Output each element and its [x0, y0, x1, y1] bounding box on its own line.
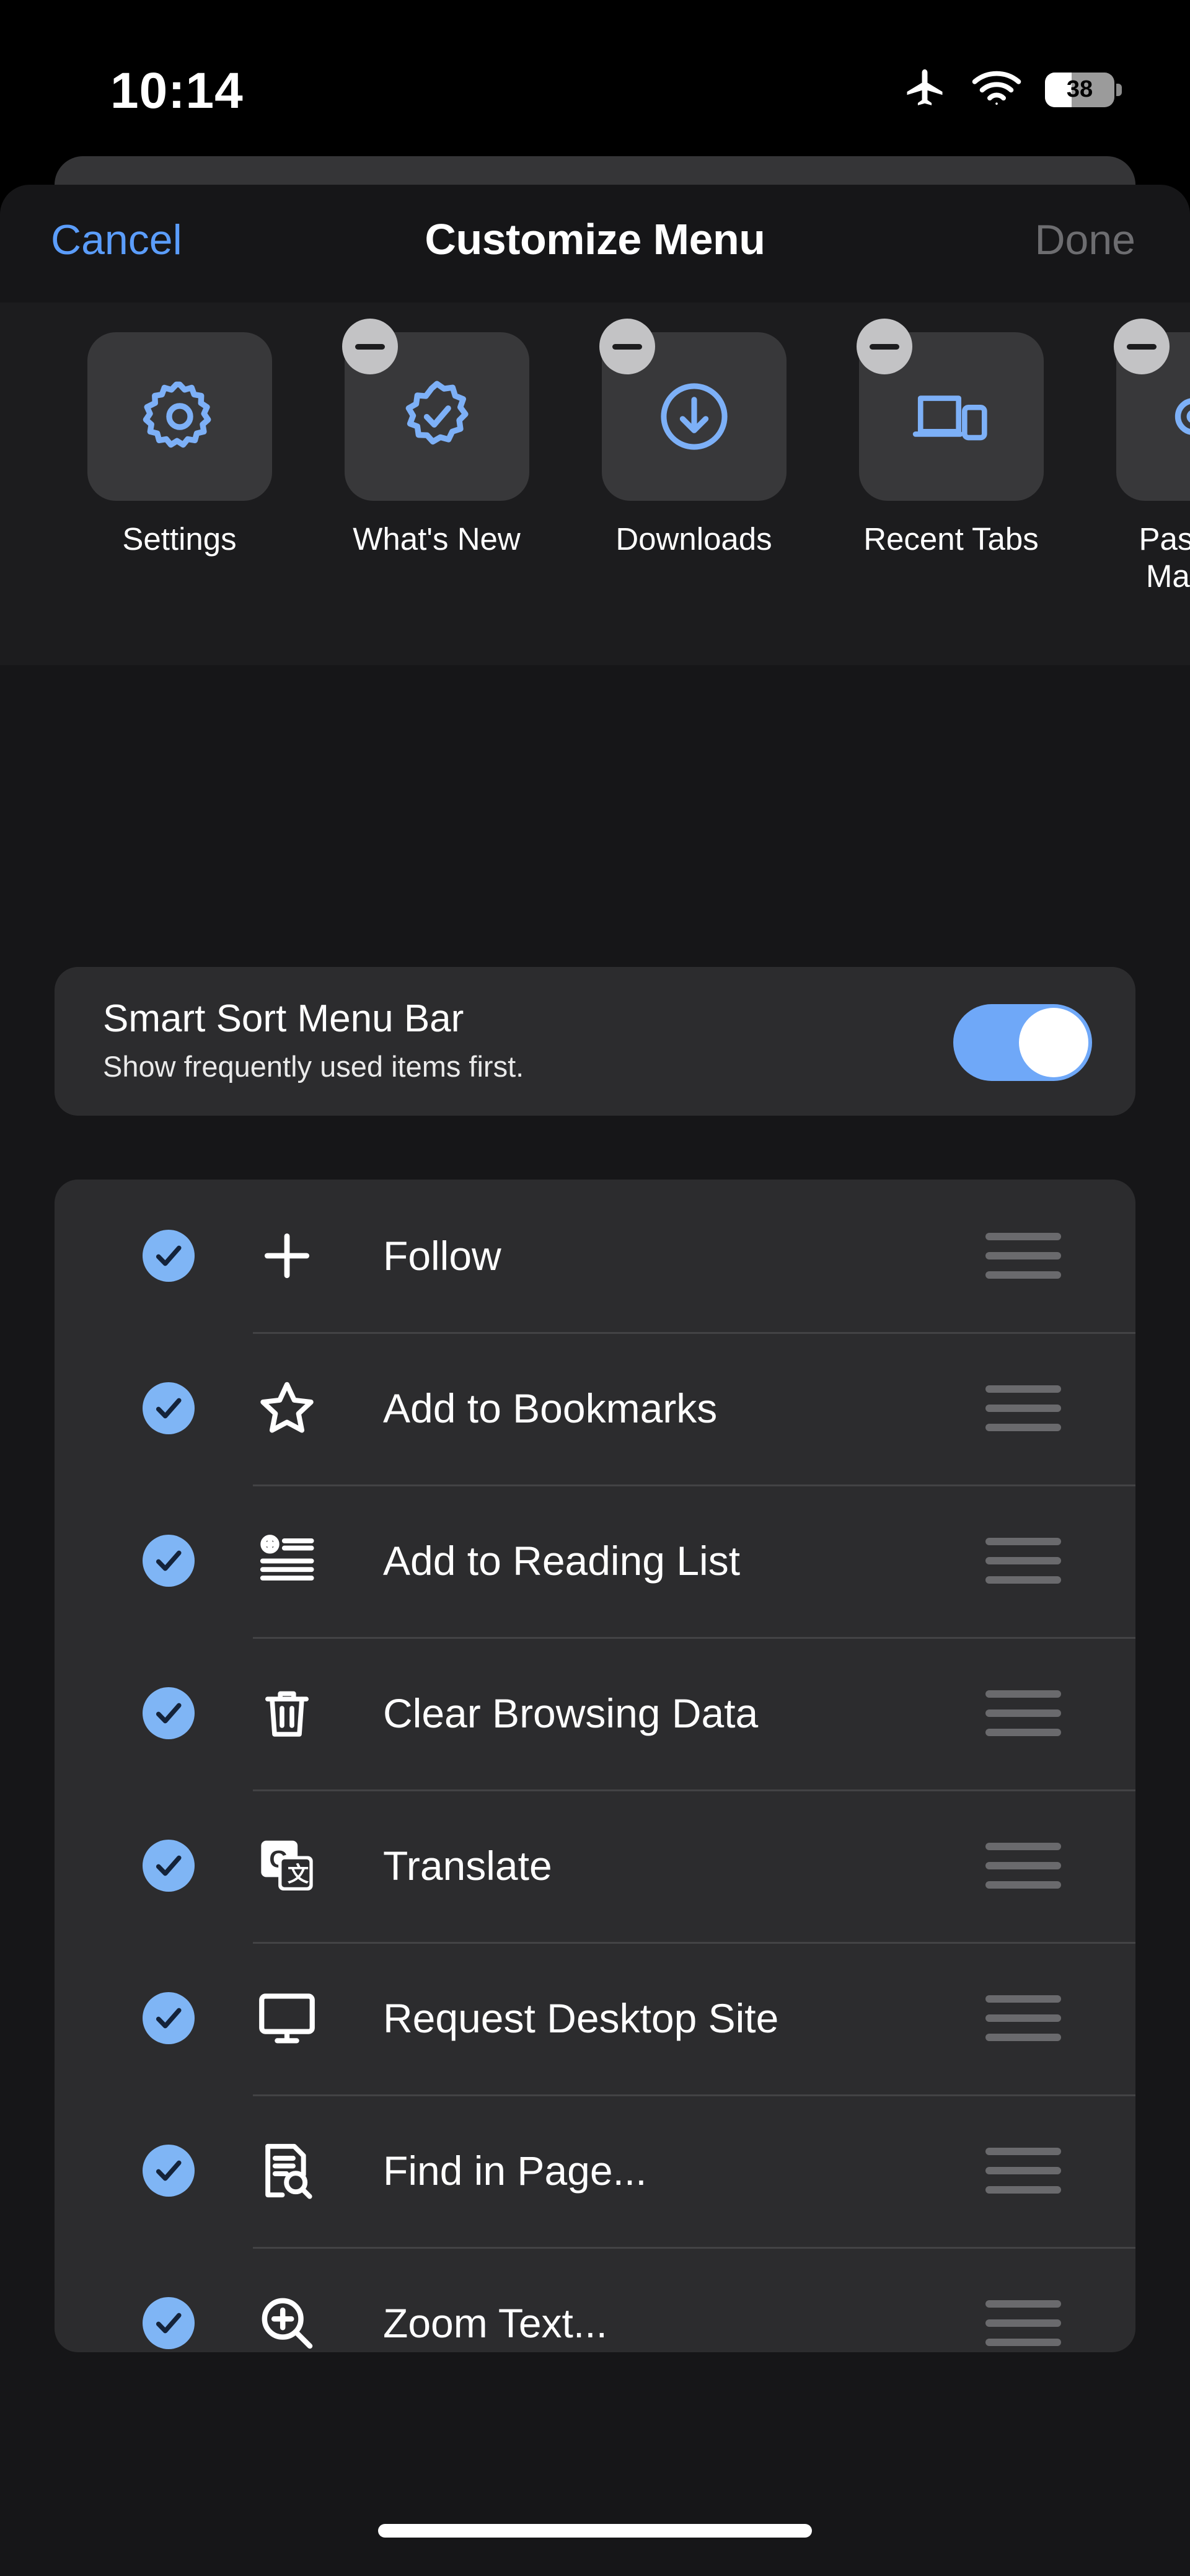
item-checkbox[interactable]: [143, 1840, 195, 1892]
phone-screen: 10:14 38: [0, 0, 1190, 2576]
plus-icon: [253, 1222, 321, 1290]
shortcut-label: Downloads: [583, 521, 806, 558]
shortcut-item-recent-tabs[interactable]: Recent Tabs: [822, 332, 1080, 595]
menu-items-list: Follow Add to Bookmarks: [55, 1180, 1135, 2352]
svg-text:文: 文: [288, 1863, 309, 1887]
shortcut-label: What's New: [325, 521, 549, 558]
remove-shortcut-button[interactable]: [342, 319, 398, 374]
shortcut-row: Settings What's New: [0, 302, 1190, 595]
list-item-label: Request Desktop Site: [383, 1995, 778, 2042]
drag-handle-icon[interactable]: [985, 1843, 1061, 1889]
page-title: Customize Menu: [0, 214, 1190, 264]
shortcut-item-settings[interactable]: Settings: [51, 332, 308, 595]
item-checkbox[interactable]: [143, 1230, 195, 1282]
toggle-knob: [1019, 1008, 1088, 1077]
shortcut-label: Settings: [68, 521, 291, 558]
list-item-label: Translate: [383, 1842, 552, 1889]
sheet-navigation-bar: Cancel Customize Menu Done: [0, 185, 1190, 302]
star-icon: [253, 1374, 321, 1442]
smart-sort-toggle[interactable]: [953, 1004, 1092, 1081]
battery-nub: [1116, 84, 1122, 96]
shortcut-icons-strip: Settings What's New: [0, 302, 1190, 665]
item-checkbox[interactable]: [143, 2145, 195, 2197]
list-item[interactable]: G 文 Translate: [55, 1789, 1135, 1942]
list-item[interactable]: Find in Page...: [55, 2094, 1135, 2247]
document-search-icon: [253, 2137, 321, 2205]
list-item[interactable]: Clear Browsing Data: [55, 1637, 1135, 1789]
item-checkbox[interactable]: [143, 1687, 195, 1739]
remove-shortcut-button[interactable]: [599, 319, 655, 374]
wifi-icon: [971, 69, 1023, 110]
list-item[interactable]: Add to Reading List: [55, 1484, 1135, 1637]
item-checkbox[interactable]: [143, 2297, 195, 2349]
list-item-label: Find in Page...: [383, 2147, 647, 2194]
magnifier-plus-icon: [253, 2289, 321, 2352]
translate-icon: G 文: [253, 1832, 321, 1900]
drag-handle-icon[interactable]: [985, 1690, 1061, 1736]
remove-shortcut-button[interactable]: [1114, 319, 1170, 374]
status-bar-time: 10:14: [110, 62, 244, 120]
drag-handle-icon[interactable]: [985, 1385, 1061, 1431]
drag-handle-icon[interactable]: [985, 2300, 1061, 2346]
drag-handle-icon[interactable]: [985, 2148, 1061, 2194]
status-bar: 10:14 38: [0, 0, 1190, 155]
shortcut-item-whats-new[interactable]: What's New: [308, 332, 565, 595]
smart-sort-subtitle: Show frequently used items first.: [103, 1049, 524, 1083]
list-item-label: Clear Browsing Data: [383, 1690, 758, 1737]
shortcut-item-password-manager[interactable]: Password Manager: [1080, 332, 1190, 595]
home-indicator: [378, 2524, 812, 2538]
list-item-label: Follow: [383, 1232, 501, 1279]
item-checkbox[interactable]: [143, 1992, 195, 2044]
desktop-monitor-icon: [253, 1984, 321, 2052]
battery-icon: 38: [1045, 73, 1122, 107]
drag-handle-icon[interactable]: [985, 1233, 1061, 1279]
battery-percent-label: 38: [1045, 73, 1114, 107]
list-item[interactable]: Follow: [55, 1180, 1135, 1332]
list-item-label: Add to Bookmarks: [383, 1385, 717, 1432]
drag-handle-icon[interactable]: [985, 1995, 1061, 2041]
remove-shortcut-button[interactable]: [857, 319, 912, 374]
smart-sort-title: Smart Sort Menu Bar: [103, 997, 464, 1041]
list-item-label: Add to Reading List: [383, 1537, 740, 1584]
item-checkbox[interactable]: [143, 1535, 195, 1587]
battery-shell: 38: [1045, 73, 1114, 107]
list-item[interactable]: Zoom Text...: [55, 2247, 1135, 2352]
shortcut-item-downloads[interactable]: Downloads: [565, 332, 822, 595]
done-button[interactable]: Done: [1034, 216, 1135, 264]
status-bar-indicators: 38: [901, 64, 1122, 115]
list-item[interactable]: Add to Bookmarks: [55, 1332, 1135, 1484]
customize-menu-sheet: Cancel Customize Menu Done Settings: [0, 185, 1190, 2576]
shortcut-label: Recent Tabs: [840, 521, 1063, 558]
list-item-label: Zoom Text...: [383, 2300, 607, 2347]
airplane-mode-icon: [901, 64, 948, 115]
item-checkbox[interactable]: [143, 1382, 195, 1434]
trash-icon: [253, 1679, 321, 1747]
shortcut-label: Password Manager: [1097, 521, 1190, 595]
reading-list-add-icon: [253, 1527, 321, 1595]
list-item[interactable]: Request Desktop Site: [55, 1942, 1135, 2094]
drag-handle-icon[interactable]: [985, 1538, 1061, 1584]
smart-sort-card: Smart Sort Menu Bar Show frequently used…: [55, 967, 1135, 1116]
shortcut-tile-settings[interactable]: [87, 332, 272, 501]
